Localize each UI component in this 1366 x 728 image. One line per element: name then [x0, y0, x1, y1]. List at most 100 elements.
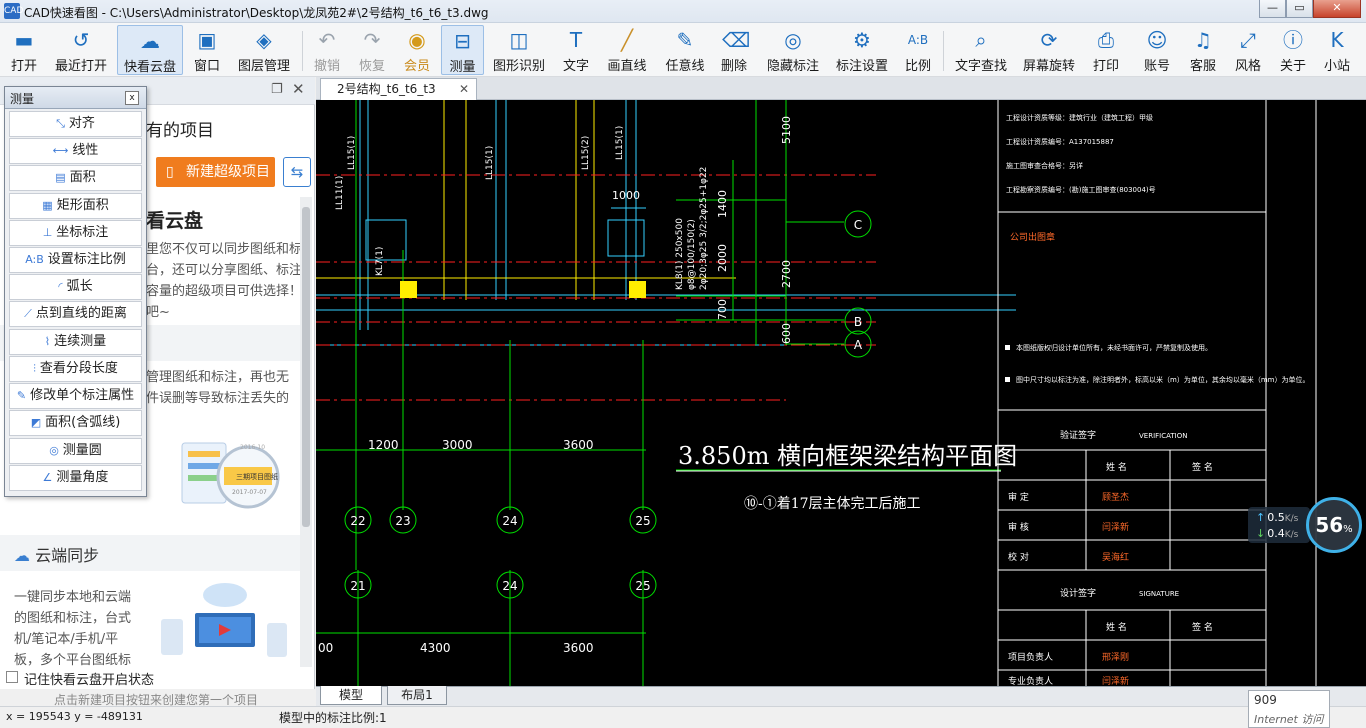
cloud-disk-button[interactable]: ☁ 快看云盘 [117, 25, 183, 75]
dim-label: 4300 [420, 641, 451, 655]
measure-rect-area[interactable]: ▦ 矩形面积 [9, 193, 142, 219]
panel-scroll-thumb[interactable] [302, 207, 310, 527]
measure-set-scale[interactable]: A:B 设置标注比例 [9, 247, 142, 273]
dim-label: 3600 [563, 641, 594, 655]
undo-button[interactable]: ↶ 撤销 [309, 25, 345, 75]
cad-drawing[interactable]: 22 23 24 25 21 24 25 C B A 1200 3000 360… [316, 100, 1366, 686]
mark-settings-button[interactable]: ⚙ 标注设置 [834, 25, 890, 75]
dim-label: 2700 [780, 260, 793, 288]
measure-arc-length[interactable]: ◜ 弧长 [9, 274, 142, 300]
close-window-button[interactable]: ✕ [1313, 0, 1361, 18]
rotate-icon: ⟳ [1040, 28, 1058, 52]
maximize-button[interactable]: ▭ [1286, 0, 1313, 18]
folder-open-icon: ▬ [14, 28, 34, 52]
measure-point-to-line[interactable]: ⟋ 点到直线的距离 [9, 301, 142, 327]
draw-line-button[interactable]: ╱ 画直线 [604, 25, 650, 75]
title-bar: CAD CAD快速看图 - C:\Users\Administrator\Des… [0, 0, 1366, 23]
axis-label: 23 [395, 514, 410, 528]
measure-button[interactable]: ⊟ 测量 [441, 25, 484, 75]
beam-label: φ8@100/150(2) [687, 219, 697, 290]
tb-name: 闫泽新 [1102, 521, 1129, 533]
beam-label: LL15(1) [615, 126, 625, 160]
measure-angle[interactable]: ∠ 测量角度 [9, 465, 142, 491]
printer-icon: ⎙ [1098, 28, 1114, 52]
dim-label: 00 [318, 641, 333, 655]
measure-segment-length[interactable]: ⫶ 查看分段长度 [9, 356, 142, 382]
support-button[interactable]: ♫ 客服 [1186, 25, 1220, 75]
tb-note: 本图纸版权归设计单位所有，未经书面许可，严禁复制及使用。 [1016, 343, 1212, 352]
window-icon: ▣ [197, 28, 217, 52]
continuous-icon: ⌇ [44, 335, 51, 348]
dim-label: 700 [716, 299, 729, 320]
dim-label: 1000 [612, 189, 640, 202]
axis-label: 24 [502, 514, 517, 528]
manage-line: 件误删等导致标注丢失的 [146, 391, 290, 406]
sync-button[interactable]: ⇆ [283, 157, 311, 187]
measure-linear[interactable]: ⟷ 线性 [9, 138, 142, 164]
toolbar-divider [302, 31, 303, 71]
vip-button[interactable]: ◉ 会员 [399, 25, 435, 75]
minimize-button[interactable]: — [1259, 0, 1286, 18]
document-tab[interactable]: 2号结构_t6_t6_t3 ✕ [320, 78, 477, 100]
layout-tab-bar [316, 686, 1366, 706]
measure-panel-header[interactable]: 测量 x [5, 87, 146, 109]
measure-circle[interactable]: ◎ 测量圆 [9, 438, 142, 464]
eye-slash-icon: ◎ [784, 28, 802, 52]
redo-icon: ↷ [363, 28, 381, 52]
tb-col-name: 姓 名 [1106, 461, 1127, 473]
tab-model[interactable]: 模型 [320, 686, 382, 705]
measure-align[interactable]: ⤡ 对齐 [9, 111, 142, 137]
shape-recognition-button[interactable]: ◫ 图形识别 [492, 25, 546, 75]
style-button[interactable]: ⤢ 风格 [1231, 25, 1265, 75]
text-search-button[interactable]: ⌕ 文字查找 [953, 25, 1009, 75]
cad-canvas[interactable]: 22 23 24 25 21 24 25 C B A 1200 3000 360… [316, 100, 1366, 686]
remember-checkbox[interactable] [6, 671, 18, 683]
site-button[interactable]: K 小站 [1320, 25, 1354, 75]
tab-layout1[interactable]: 布局1 [387, 686, 447, 705]
text-button[interactable]: T 文字 [560, 25, 592, 75]
status-bar [0, 706, 1366, 728]
hide-marks-button[interactable]: ◎ 隐藏标注 [764, 25, 822, 75]
scale-button[interactable]: A:B 比例 [902, 25, 934, 75]
scale-icon: A:B [907, 33, 929, 47]
drawing-title: 3.850m 横向框架梁结构平面图 [678, 442, 1017, 470]
measure-continuous[interactable]: ⌇ 连续测量 [9, 329, 142, 355]
new-super-project-button[interactable]: ▯ 新建超级项目 [156, 157, 275, 187]
tb-col-name: 姓 名 [1106, 621, 1127, 633]
network-speed-widget[interactable]: ↑ 0.5K/s ↓ 0.4K/s 56% [1248, 497, 1364, 553]
dim-label: 3600 [563, 438, 594, 452]
panel-restore-icon[interactable]: ❐ [271, 82, 283, 97]
delete-button[interactable]: ⌫ 删除 [717, 25, 751, 75]
tb-role: 审 定 [1008, 491, 1029, 503]
rotate-screen-button[interactable]: ⟳ 屏幕旋转 [1021, 25, 1077, 75]
site-logo-icon: K [1330, 28, 1344, 52]
measure-area-arc[interactable]: ◩ 面积(含弧线) [9, 410, 142, 436]
cloud-sync-icon: ☁ [14, 546, 36, 565]
recent-button[interactable]: ↺ 最近打开 [52, 25, 110, 75]
print-button[interactable]: ⎙ 打印 [1089, 25, 1123, 75]
layers-button[interactable]: ◈ 图层管理 [234, 25, 294, 75]
download-arrow-icon: ↓ [1256, 527, 1266, 540]
tab-close-icon[interactable]: ✕ [459, 79, 469, 99]
measure-close-icon[interactable]: x [125, 91, 139, 105]
intro-line: 台，还可以分享图纸、标注 [146, 263, 303, 278]
account-button[interactable]: ☺ 账号 [1140, 25, 1174, 75]
measure-panel-title: 测量 [10, 92, 35, 106]
tb-note: 图中尺寸均以标注为准，除注明者外，标高以米（m）为单位，其余均以毫米（mm）为单… [1016, 375, 1309, 384]
freehand-button[interactable]: ✎ 任意线 [663, 25, 707, 75]
measure-area[interactable]: ▤ 面积 [9, 165, 142, 191]
panel-close-icon[interactable]: ✕ [292, 80, 305, 98]
open-button[interactable]: ▬ 打开 [4, 25, 44, 75]
dim-label: 600 [780, 323, 793, 344]
manage-line: 管理图纸和标注，再也无 [146, 370, 290, 385]
settings-icon: ⚙ [853, 28, 871, 52]
style-icon: ⤢ [1240, 28, 1256, 52]
redo-button[interactable]: ↷ 恢复 [354, 25, 390, 75]
about-button[interactable]: ⓘ 关于 [1276, 25, 1310, 75]
measure-coordinate[interactable]: ⊥ 坐标标注 [9, 220, 142, 246]
tb-verify: 验证签字 [1060, 429, 1096, 441]
window-button[interactable]: ▣ 窗口 [189, 25, 225, 75]
note-bullets [1005, 345, 1010, 382]
measure-edit-attribute[interactable]: ✎ 修改单个标注属性 [9, 383, 142, 409]
panel-footer: 记住快看云盘开启状态 [0, 667, 313, 689]
